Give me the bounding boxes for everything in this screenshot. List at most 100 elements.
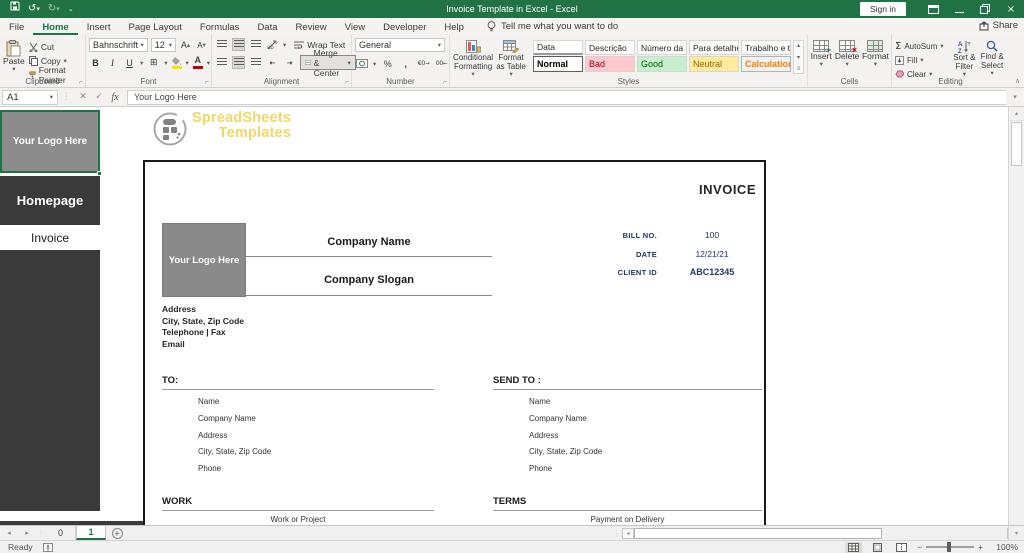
accessibility-checker-icon[interactable] — [42, 542, 53, 552]
new-sheet-button[interactable]: + — [106, 526, 128, 540]
tab-file[interactable]: File — [0, 18, 33, 35]
sidebar-logo-cell[interactable]: Your Logo Here — [0, 110, 100, 173]
underline-dropdown[interactable]: ▾ — [140, 59, 143, 67]
bold-button[interactable]: B — [89, 56, 102, 69]
style-normal[interactable]: Normal — [533, 56, 583, 72]
underline-button[interactable]: U — [123, 56, 136, 69]
paste-button[interactable]: Paste ▾ — [3, 38, 25, 81]
tab-view[interactable]: View — [336, 18, 374, 35]
style-neutral[interactable]: Neutral — [689, 56, 739, 72]
increase-indent-button[interactable]: ⇥ — [283, 56, 296, 69]
cancel-entry-icon[interactable]: ✕ — [75, 92, 91, 102]
page-break-view-button[interactable] — [893, 542, 910, 553]
number-format-combobox[interactable]: General ▾ — [355, 38, 445, 52]
zoom-in-button[interactable]: + — [978, 542, 983, 552]
alignment-dialog-launcher[interactable]: ⌐ — [345, 79, 349, 86]
worksheet[interactable]: Your Logo Here Homepage Invoice SpreadSh… — [0, 107, 1024, 525]
font-size-combobox[interactable]: 12 ▾ — [150, 38, 176, 52]
scroll-left-icon[interactable]: ◂ — [622, 527, 634, 539]
borders-button[interactable]: ⊞ — [147, 56, 160, 69]
vertical-scrollbar[interactable]: ▴ — [1008, 107, 1024, 525]
borders-dropdown[interactable]: ▾ — [164, 59, 167, 67]
merge-center-button[interactable]: Merge & Center ▾ — [300, 48, 356, 78]
save-icon[interactable] — [10, 0, 20, 18]
enter-entry-icon[interactable]: ✓ — [91, 92, 107, 102]
sheet-tab-0[interactable]: 0 — [46, 526, 76, 540]
fill-color-dropdown[interactable]: ▾ — [186, 59, 189, 67]
zoom-out-button[interactable]: − — [917, 542, 922, 552]
gallery-more-icon[interactable]: ≡ — [797, 66, 801, 72]
collapse-ribbon-icon[interactable]: ∧ — [1015, 77, 1020, 85]
name-box[interactable]: A1 ▾ — [2, 89, 58, 105]
normal-view-button[interactable] — [845, 541, 863, 553]
sign-in-button[interactable]: Sign in — [860, 2, 906, 16]
gallery-up-icon[interactable]: ▴ — [797, 42, 800, 49]
expand-formula-bar-icon[interactable]: ▾ — [1006, 93, 1024, 101]
redo-icon[interactable]: ↻▾ — [48, 0, 60, 18]
tab-developer[interactable]: Developer — [374, 18, 435, 35]
format-as-table-button[interactable]: Format as Table ▾ — [493, 38, 529, 79]
decrease-indent-button[interactable]: ⇤ — [266, 56, 279, 69]
fill-button[interactable]: Fill ▾ — [895, 54, 951, 66]
sort-filter-button[interactable]: AZ Sort & Filter ▾ — [951, 38, 979, 80]
accounting-dropdown[interactable]: ▾ — [373, 60, 376, 68]
sidebar-invoice-button[interactable]: Invoice — [0, 227, 100, 248]
percent-style-button[interactable]: % — [381, 57, 394, 70]
restore-button[interactable] — [972, 0, 998, 18]
font-name-combobox[interactable]: Bahnschrift ▾ — [89, 38, 148, 52]
find-select-button[interactable]: Find & Select ▾ — [978, 38, 1006, 80]
insert-cells-button[interactable]: + Insert ▾ — [811, 38, 832, 68]
formula-input[interactable]: Your Logo Here — [127, 89, 1006, 105]
tab-page-layout[interactable]: Page Layout — [119, 18, 190, 35]
vertical-scrollbar-thumb[interactable] — [1011, 122, 1022, 166]
tab-help[interactable]: Help — [435, 18, 473, 35]
delete-cells-button[interactable]: × Delete ▾ — [835, 38, 859, 68]
close-button[interactable]: × — [998, 0, 1024, 18]
prev-sheet-icon[interactable]: ◂ — [0, 526, 18, 540]
align-left-button[interactable] — [215, 56, 228, 69]
tab-insert[interactable]: Insert — [78, 18, 120, 35]
ribbon-display-options-icon[interactable] — [920, 0, 946, 18]
bottom-align-button[interactable] — [249, 38, 262, 51]
shrink-font-button[interactable]: A ▾ — [195, 39, 208, 52]
number-dialog-launcher[interactable]: ⌐ — [443, 79, 447, 86]
style-para-detalhes[interactable]: Para detalhes — [689, 40, 739, 55]
tab-data[interactable]: Data — [248, 18, 286, 35]
name-box-dropdown[interactable]: ▾ — [50, 93, 53, 101]
decrease-decimal-button[interactable]: 00 ← — [435, 57, 448, 70]
zoom-percentage[interactable]: 100% — [990, 542, 1018, 552]
cut-button[interactable]: Cut — [29, 41, 82, 53]
fill-color-button[interactable] — [171, 56, 182, 69]
sidebar-homepage-button[interactable]: Homepage — [0, 176, 100, 225]
share-button[interactable]: Share — [979, 20, 1018, 31]
align-center-button[interactable] — [232, 56, 245, 69]
conditional-formatting-button[interactable]: Conditional Formatting ▾ — [453, 38, 493, 79]
italic-button[interactable]: I — [106, 56, 119, 69]
undo-icon[interactable]: ↺▾ — [28, 0, 40, 18]
scroll-up-icon[interactable]: ▴ — [1009, 107, 1024, 121]
style-trabalho[interactable]: Trabalho e t... — [741, 40, 791, 55]
zoom-slider[interactable] — [926, 542, 975, 552]
style-numero[interactable]: Número da F... — [637, 40, 687, 55]
orientation-dropdown[interactable]: ▾ — [283, 41, 286, 49]
horizontal-scrollbar-thumb[interactable] — [634, 527, 882, 539]
style-calculation[interactable]: Calculation — [741, 56, 791, 72]
tell-me-box[interactable]: Tell me what you want to do — [487, 18, 618, 35]
format-cells-button[interactable]: Format ▾ — [862, 38, 889, 68]
gallery-down-icon[interactable]: ▾ — [797, 54, 800, 61]
horizontal-scrollbar-track[interactable] — [882, 528, 1007, 539]
zoom-slider-thumb[interactable] — [947, 542, 952, 552]
font-color-button[interactable]: A — [192, 56, 203, 69]
comma-style-button[interactable]: , — [399, 57, 412, 70]
tab-home[interactable]: Home — [33, 18, 78, 35]
next-sheet-icon[interactable]: ▸ — [18, 526, 36, 540]
accounting-format-button[interactable] — [355, 57, 368, 70]
styles-gallery-scrollbar[interactable]: ▴ ▾ ≡ — [793, 40, 804, 74]
top-align-button[interactable] — [215, 38, 228, 51]
tab-review[interactable]: Review — [287, 18, 336, 35]
insert-function-icon[interactable]: fx — [107, 92, 123, 103]
align-right-button[interactable] — [249, 56, 262, 69]
grow-font-button[interactable]: A ▴ — [179, 39, 192, 52]
style-data[interactable]: Data — [533, 40, 583, 55]
page-layout-view-button[interactable] — [869, 542, 886, 553]
